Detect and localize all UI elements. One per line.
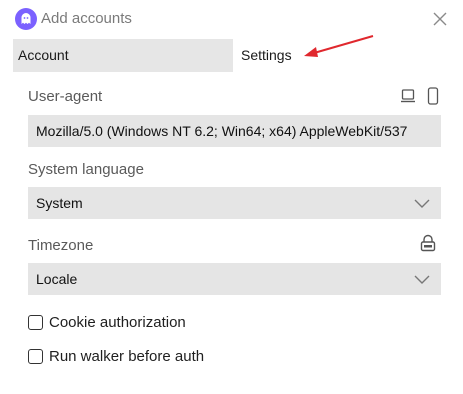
cookie-authorization-checkbox[interactable] [28, 314, 43, 330]
run-walker-checkbox[interactable] [28, 348, 43, 364]
run-walker-label: Run walker before auth [49, 347, 205, 365]
laptop-icon[interactable] [400, 88, 416, 104]
window-title: Add accounts [41, 10, 132, 27]
user-agent-field[interactable]: Mozilla/5.0 (Windows NT 6.2; Win64; x64)… [28, 115, 441, 147]
system-language-select[interactable]: System [28, 187, 441, 219]
title-bar: Add accounts [0, 0, 463, 38]
lock-icon[interactable] [419, 234, 437, 252]
timezone-select[interactable]: Locale [28, 263, 441, 295]
annotation-arrow [304, 35, 374, 57]
timezone-label: Timezone [28, 237, 94, 254]
user-agent-label: User-agent [28, 88, 103, 105]
run-walker-row[interactable]: Run walker before auth [28, 345, 204, 367]
smartphone-icon[interactable] [427, 87, 439, 105]
cookie-authorization-label: Cookie authorization [49, 313, 186, 331]
timezone-value: Locale [36, 271, 78, 287]
chevron-down-icon [414, 275, 430, 284]
close-icon[interactable] [430, 9, 450, 29]
tab-bar: Account Settings [13, 39, 455, 72]
system-language-label: System language [28, 161, 144, 178]
system-language-value: System [36, 195, 83, 211]
tab-account[interactable]: Account [13, 39, 233, 72]
cookie-authorization-row[interactable]: Cookie authorization [28, 311, 186, 333]
chevron-down-icon [414, 199, 430, 208]
ghost-icon [15, 8, 37, 30]
